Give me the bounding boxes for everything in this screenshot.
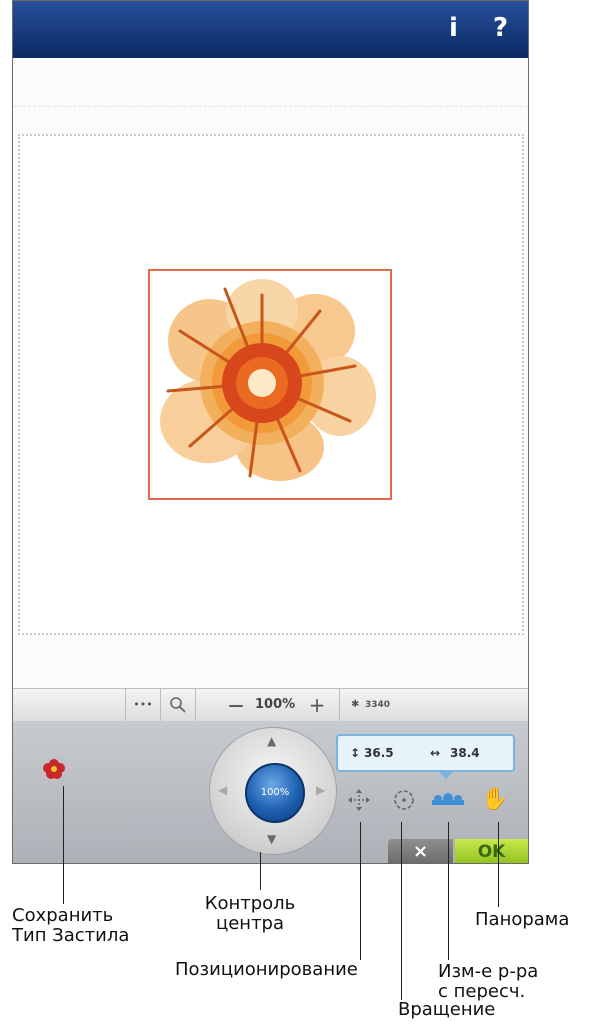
title-bar: i ? bbox=[13, 1, 528, 58]
stitch-icon: ✱ bbox=[351, 699, 360, 710]
callout-line-save-stabilizer bbox=[63, 786, 64, 904]
callout-line-resize bbox=[448, 822, 449, 960]
callout-resize: Изм-е р-ра с пересч. bbox=[438, 962, 538, 1002]
callout-line-center-control bbox=[260, 852, 261, 890]
toolbar-divider bbox=[339, 689, 340, 721]
callout-save-stabilizer-line2: Тип Застила bbox=[12, 925, 130, 946]
design-selection-frame[interactable] bbox=[148, 269, 392, 500]
positioning-button[interactable] bbox=[345, 786, 373, 814]
magnifier-icon bbox=[170, 697, 186, 713]
cancel-button[interactable]: × bbox=[388, 839, 453, 863]
callout-center-control: Контроль центра bbox=[190, 894, 310, 934]
resize-recalc-button[interactable] bbox=[431, 786, 465, 814]
device-screen: i ? ••• — 100% + ✱ 3340 ▲ ▼ ◀ ▶ 100% ↕ 3… bbox=[12, 0, 529, 864]
hand-icon: ✋ bbox=[481, 787, 509, 812]
save-stabilizer-button[interactable] bbox=[43, 757, 65, 781]
callout-resize-line1: Изм-е р-ра bbox=[438, 961, 539, 982]
callout-line-panorama bbox=[498, 822, 499, 907]
embroidery-work-area[interactable] bbox=[13, 58, 528, 688]
ok-button[interactable]: OK bbox=[455, 839, 528, 863]
rotate-icon bbox=[394, 790, 414, 810]
callout-line-positioning bbox=[360, 822, 361, 960]
callout-rotation: Вращение bbox=[398, 999, 496, 1020]
info-icon[interactable]: i bbox=[449, 11, 458, 45]
stabilizer-flower-icon bbox=[43, 759, 65, 779]
control-panel: ▲ ▼ ◀ ▶ 100% ↕ 36.5 ↔ 38.4 ✋ × OK bbox=[13, 721, 528, 863]
width-arrow-icon: ↔ bbox=[430, 746, 441, 760]
zoom-to-fit-button[interactable] bbox=[163, 689, 193, 721]
rotation-button[interactable] bbox=[390, 786, 418, 814]
callout-save-stabilizer: Сохранить Тип Застила bbox=[12, 906, 129, 946]
callout-panorama: Панорама bbox=[475, 909, 570, 930]
stitch-count-value: 3340 bbox=[365, 700, 391, 710]
zoom-level-value: 100% bbox=[255, 697, 296, 712]
zoom-out-button[interactable]: — bbox=[223, 689, 249, 721]
callout-center-control-line2: центра bbox=[215, 913, 285, 934]
center-control-button[interactable]: 100% bbox=[245, 763, 305, 823]
arrow-down-icon[interactable]: ▼ bbox=[267, 832, 276, 846]
arrow-up-icon[interactable]: ▲ bbox=[267, 734, 276, 748]
hoop-guide-line bbox=[13, 106, 528, 107]
help-icon[interactable]: ? bbox=[493, 11, 508, 45]
resize-flowers-icon bbox=[432, 793, 464, 805]
callout-save-stabilizer-line1: Сохранить bbox=[12, 905, 114, 926]
width-value: 38.4 bbox=[450, 746, 480, 760]
move-arrows-icon bbox=[348, 789, 370, 811]
flower-design-icon bbox=[160, 279, 376, 481]
position-control-wheel[interactable]: ▲ ▼ ◀ ▶ 100% bbox=[209, 727, 337, 855]
callout-positioning: Позиционирование bbox=[175, 959, 358, 980]
toolbar-divider bbox=[195, 689, 196, 721]
callout-line-rotation bbox=[401, 822, 402, 1000]
design-size-readout: ↕ 36.5 ↔ 38.4 bbox=[336, 734, 515, 779]
more-options-button[interactable]: ••• bbox=[127, 689, 159, 721]
zoom-in-button[interactable]: + bbox=[305, 689, 329, 721]
height-arrow-icon: ↕ bbox=[350, 746, 361, 760]
toolbar-divider bbox=[160, 689, 161, 721]
arrow-left-icon[interactable]: ◀ bbox=[218, 783, 227, 797]
height-value: 36.5 bbox=[364, 746, 394, 760]
zoom-toolbar: ••• — 100% + ✱ 3340 bbox=[13, 688, 528, 722]
callout-center-control-line1: Контроль bbox=[204, 893, 296, 914]
toolbar-divider bbox=[125, 689, 126, 721]
panorama-button[interactable]: ✋ bbox=[481, 786, 509, 814]
arrow-right-icon[interactable]: ▶ bbox=[316, 783, 325, 797]
